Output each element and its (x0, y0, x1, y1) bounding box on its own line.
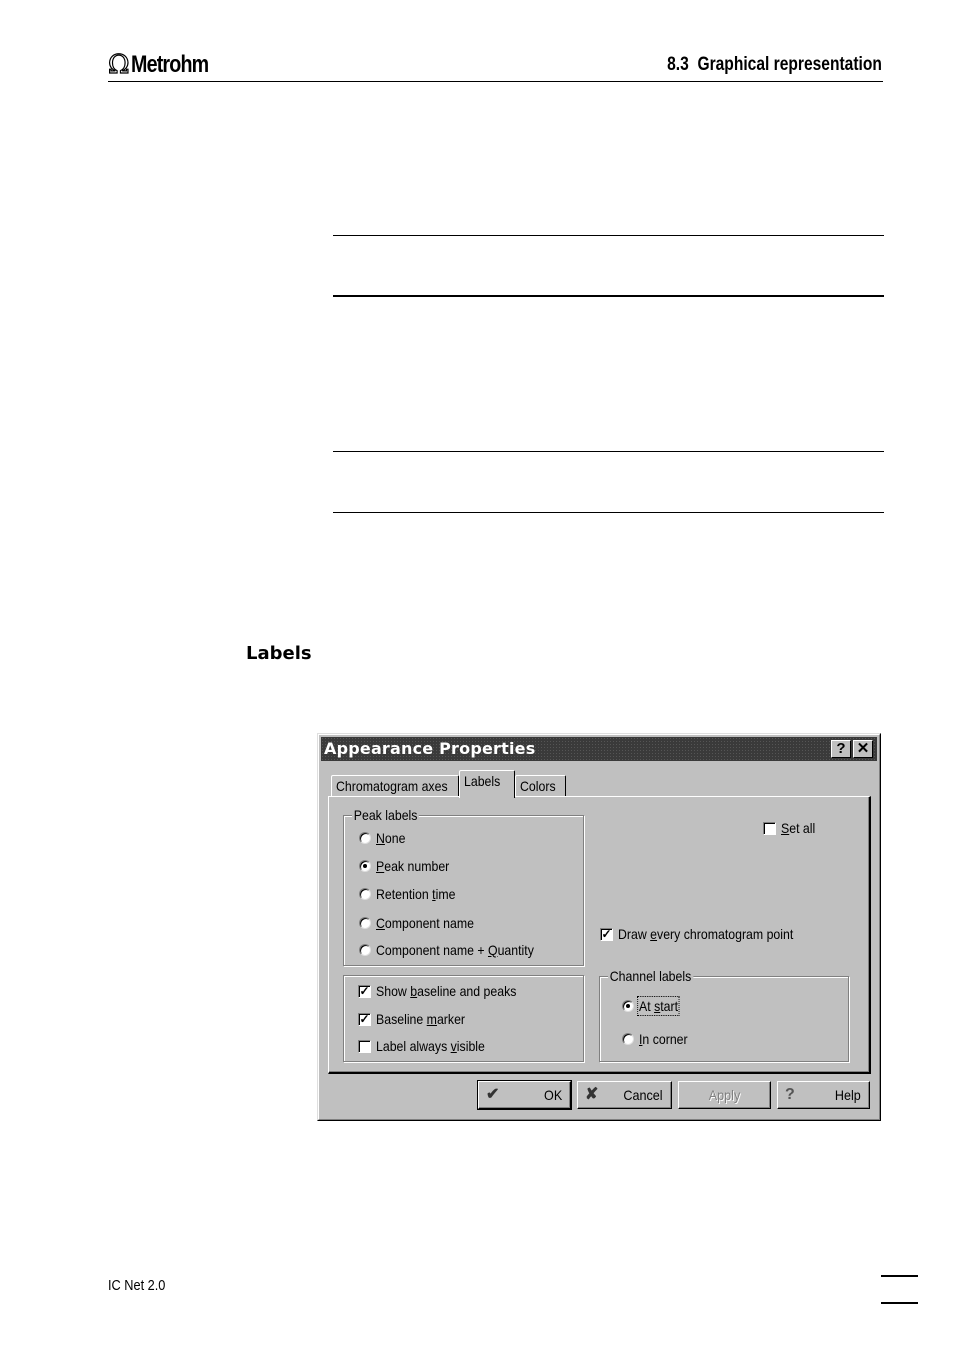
radio-label: Retention time (376, 886, 456, 902)
checkbox-baseline-marker[interactable]: ✓ Baseline marker (358, 1011, 477, 1027)
tab-colors[interactable]: Colors (515, 775, 566, 797)
radio-label: Component name + Quantity (376, 942, 534, 958)
tab-chromatogram-axes[interactable]: Chromatogram axes (331, 775, 459, 797)
radio-button-icon[interactable] (359, 888, 371, 900)
radio-at-start[interactable]: At start (622, 996, 683, 1016)
radio-button-icon[interactable] (359, 944, 371, 956)
apply-button[interactable]: Apply (678, 1081, 771, 1109)
radio-component-name-quantity[interactable]: Component name + Quantity (359, 942, 555, 958)
radio-retention-time[interactable]: Retention time (359, 886, 466, 902)
cancel-button[interactable]: ✘ Cancel (577, 1081, 672, 1109)
radio-button-icon[interactable] (359, 832, 371, 844)
ok-label: OK (543, 1087, 562, 1103)
radio-label: None (376, 830, 406, 846)
footer-rule (881, 1275, 918, 1277)
checkbox-checked-icon[interactable]: ✓ (600, 927, 613, 941)
radio-label: In corner (639, 1031, 688, 1047)
radio-label: Component name (376, 915, 474, 931)
radio-peak-number[interactable]: Peak number (359, 858, 459, 874)
checkbox-set-all[interactable]: Set all (763, 820, 820, 836)
checkbox-show-baseline-peaks[interactable]: ✓ Show baseline and peaks (358, 983, 536, 999)
header-rule (108, 81, 883, 82)
omega-logo-icon: Ω (107, 50, 130, 80)
radio-button-icon[interactable] (622, 1033, 634, 1045)
channel-labels-legend: Channel labels (608, 968, 694, 984)
checkbox-label-always-visible[interactable]: Label always visible (358, 1038, 500, 1054)
help-label: Help (835, 1087, 861, 1103)
divider-rule (333, 235, 884, 236)
close-icon: ✕ (856, 740, 870, 757)
checkbox-draw-every-point[interactable]: ✓ Draw every chromatogram point (600, 926, 817, 942)
side-heading: Labels (246, 643, 312, 664)
checkbox-label: Show baseline and peaks (376, 983, 517, 999)
checkbox-label: Set all (781, 820, 816, 836)
cross-icon: ✘ (585, 1086, 599, 1103)
section-title: 8.3 Graphical representation (667, 54, 882, 75)
radio-in-corner[interactable]: In corner (622, 1031, 694, 1047)
checkbox-checked-icon[interactable]: ✓ (358, 1012, 371, 1026)
tab-label: Colors (520, 778, 556, 794)
checkbox-label: Baseline marker (376, 1011, 466, 1027)
tab-label: Chromatogram axes (336, 778, 448, 794)
radio-label: Peak number (376, 858, 450, 874)
tab-labels[interactable]: Labels (459, 770, 515, 798)
divider-rule (333, 512, 884, 513)
radio-button-selected-icon[interactable] (622, 1000, 634, 1012)
peak-labels-legend: Peak labels (352, 807, 420, 823)
radio-peak-none[interactable]: None (359, 830, 409, 846)
radio-label: At start (637, 996, 680, 1016)
question-icon: ? (785, 1086, 795, 1103)
title-close-button[interactable]: ✕ (853, 740, 873, 758)
radio-button-icon[interactable] (359, 917, 371, 929)
checkmark-icon: ✔ (486, 1086, 500, 1103)
question-icon: ? (836, 740, 846, 757)
dialog-titlebar[interactable]: Appearance Properties ? ✕ (321, 737, 877, 761)
divider-rule (333, 451, 884, 452)
channel-labels-group: Channel labels (599, 968, 849, 1062)
dialog-title: Appearance Properties (324, 739, 536, 758)
checkbox-checked-icon[interactable]: ✓ (358, 984, 371, 998)
help-button[interactable]: ? Help (777, 1081, 870, 1109)
checkbox-unchecked-icon[interactable] (358, 1039, 371, 1053)
apply-label: Apply (708, 1087, 741, 1103)
checkbox-label: Draw every chromatogram point (618, 926, 794, 942)
footer-product: IC Net 2.0 (108, 1277, 166, 1294)
checkbox-label: Label always visible (376, 1038, 485, 1054)
ok-button[interactable]: ✔ OK (477, 1080, 572, 1110)
metrohm-logo: Ω Metrohm (107, 50, 225, 80)
footer-rule (881, 1302, 918, 1304)
brand-name: Metrohm (130, 51, 209, 78)
title-help-button[interactable]: ? (831, 740, 851, 758)
checkbox-unchecked-icon[interactable] (763, 821, 776, 835)
radio-component-name[interactable]: Component name (359, 915, 487, 931)
divider-rule-thick (333, 295, 884, 297)
cancel-label: Cancel (623, 1087, 663, 1103)
radio-button-selected-icon[interactable] (359, 860, 371, 872)
tab-label: Labels (464, 773, 501, 789)
